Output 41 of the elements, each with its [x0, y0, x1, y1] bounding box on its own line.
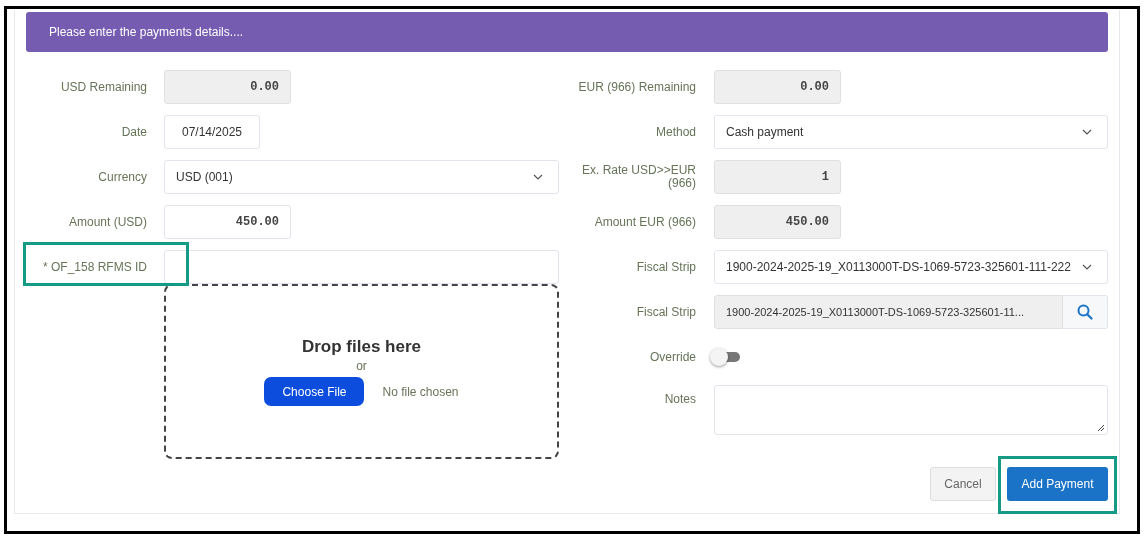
chevron-down-icon: [1082, 264, 1092, 270]
field-label: Fiscal Strip: [636, 305, 696, 319]
chevron-down-icon: [533, 174, 543, 180]
field-label: USD Remaining: [60, 80, 147, 94]
field-label: Fiscal Strip: [636, 260, 696, 274]
number-field: 0.00: [164, 70, 291, 104]
search-icon: [1077, 304, 1093, 320]
number-field: 1: [714, 160, 841, 194]
field-label: Currency: [98, 170, 147, 184]
field-label: Date: [121, 125, 147, 139]
chevron-down-icon: [1082, 129, 1092, 135]
date-field[interactable]: 07/14/2025: [164, 115, 260, 149]
or-text: or: [356, 359, 367, 373]
number-field: 0.00: [714, 70, 841, 104]
select-field[interactable]: Cash payment: [714, 115, 1108, 149]
select-value: USD (001): [176, 170, 233, 184]
cancel-button[interactable]: Cancel: [930, 467, 996, 501]
drop-zone[interactable]: Drop files here or Choose File No file chosen: [164, 284, 559, 459]
field-label: Ex. Rate USD>>EUR (966): [580, 164, 696, 190]
choose-file-button[interactable]: Choose File: [264, 377, 365, 406]
info-banner: Please enter the payments details....: [26, 12, 1108, 52]
search-button[interactable]: [1063, 295, 1108, 329]
select-field[interactable]: 1900-2024-2025-19_X0113000T-DS-1069-5723-325601-111-222: [714, 250, 1108, 284]
select-field[interactable]: USD (001): [164, 160, 559, 194]
field-label: Method: [655, 125, 696, 139]
field-label: Notes: [664, 393, 696, 406]
number-field: 450.00: [714, 205, 841, 239]
resize-handle-icon[interactable]: [1097, 424, 1105, 432]
select-value: Cash payment: [726, 125, 804, 139]
number-field[interactable]: 450.00: [164, 205, 291, 239]
notes-field[interactable]: [714, 385, 1108, 435]
field-label: * OF_158 RFMS ID: [42, 260, 147, 274]
select-value: 1900-2024-2025-19_X0113000T-DS-1069-5723-325601-111-222: [726, 260, 1071, 274]
drop-title: Drop files here: [301, 337, 421, 357]
add-payment-button[interactable]: Add Payment: [1007, 467, 1108, 501]
text-field[interactable]: [164, 250, 559, 284]
file-status: No file chosen: [382, 384, 459, 399]
field-label: Amount EUR (966): [594, 215, 696, 229]
field-label: Amount (USD): [68, 215, 147, 229]
field-label: EUR (966) Remaining: [578, 80, 696, 94]
field-label: Override: [650, 350, 696, 364]
